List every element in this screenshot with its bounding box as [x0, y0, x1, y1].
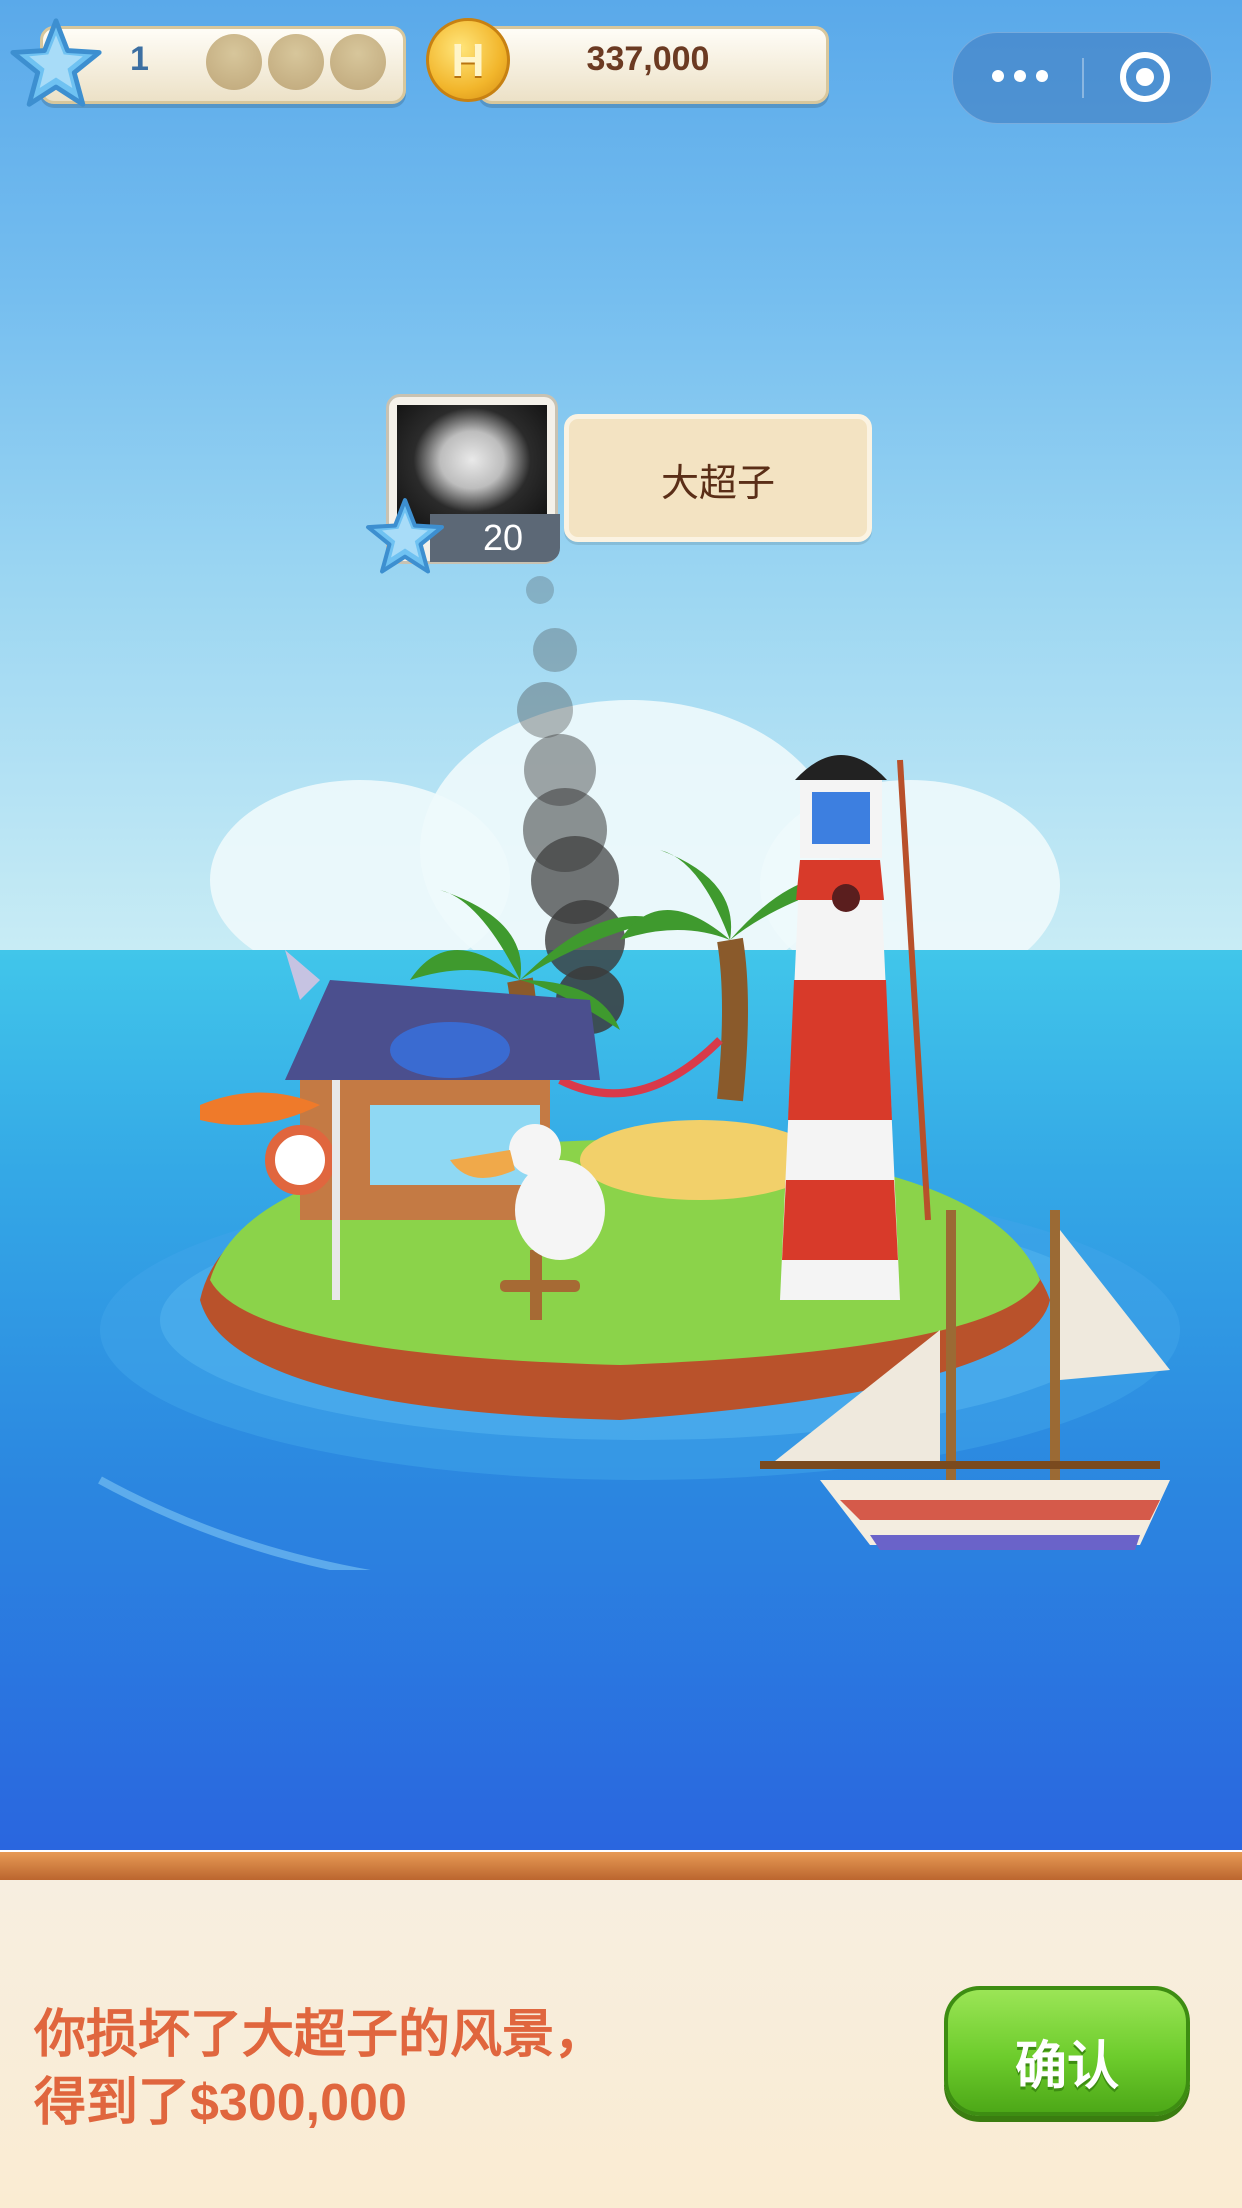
confirm-button[interactable]: [944, 1986, 1190, 2116]
level-value: 1: [130, 40, 149, 78]
water-ripple: [98, 1476, 372, 1570]
island-scene[interactable]: [0, 560, 1242, 1570]
more-dots-icon[interactable]: [990, 66, 1050, 86]
coin-value: 337,000: [586, 40, 710, 78]
panel-trim: [0, 1852, 1242, 1882]
star-icon: [10, 18, 102, 107]
empty-shell-icon: [268, 34, 324, 90]
island-sand: [580, 1120, 820, 1200]
target-ring-icon[interactable]: [1120, 52, 1170, 102]
result-message-line2: 得到了$300,000: [34, 2074, 407, 2132]
empty-shell-icon: [206, 34, 262, 90]
empty-shell-icon: [330, 34, 386, 90]
result-message-line1: 你损坏了大超子的风景，: [34, 2006, 607, 2064]
smoke-plume: [517, 576, 625, 1034]
player-name: 大超子: [660, 463, 775, 505]
player-level: 20: [482, 517, 524, 558]
capsule-divider: [1082, 58, 1084, 98]
flag-pole: [332, 1080, 340, 1300]
